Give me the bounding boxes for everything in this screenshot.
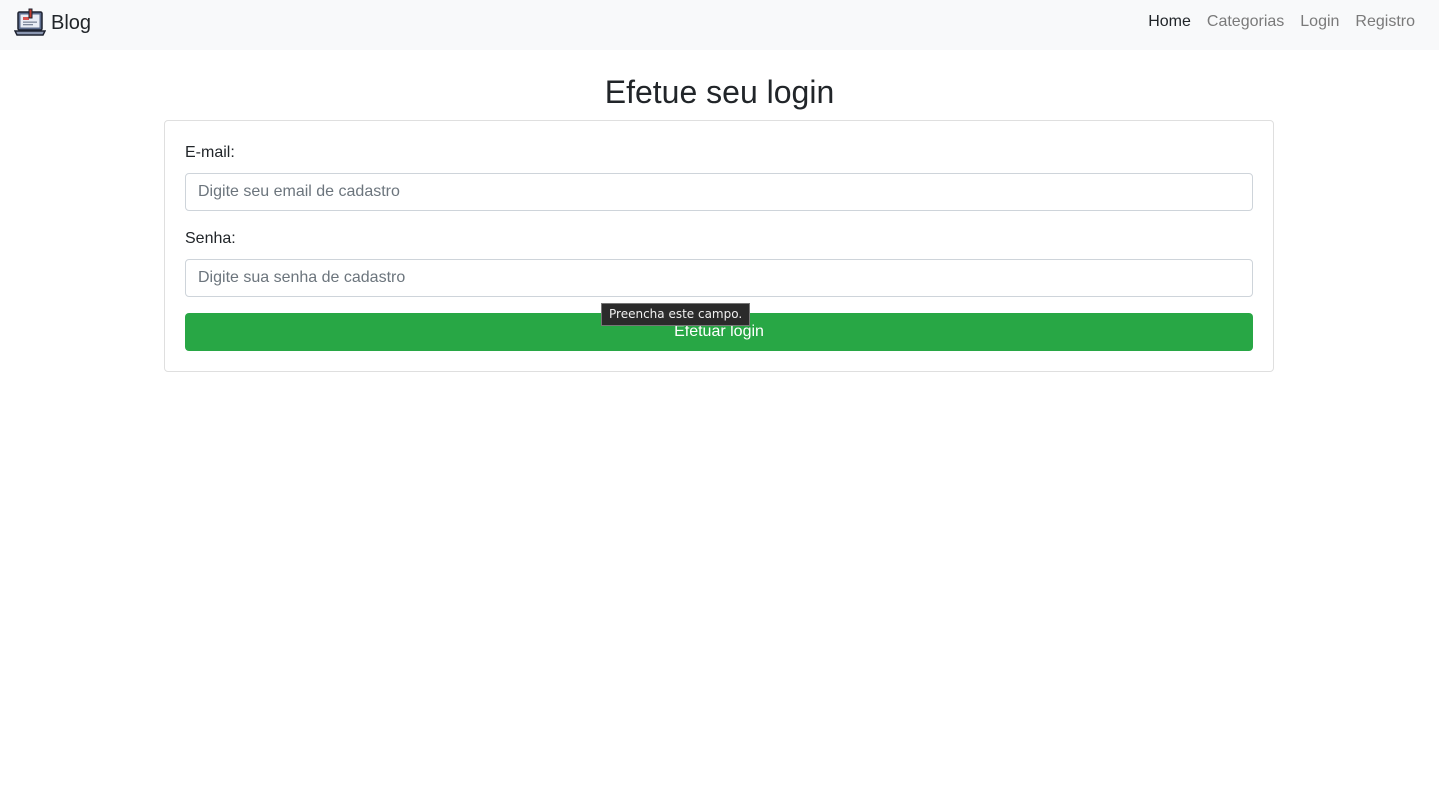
laptop-icon: [14, 8, 46, 36]
nav-links: Home Categorias Login Registro: [1148, 0, 1415, 43]
password-input[interactable]: [185, 259, 1253, 297]
brand-link[interactable]: Blog: [14, 7, 91, 39]
brand-name: Blog: [51, 12, 92, 34]
login-card: E-mail: Senha: Efetuar login: [164, 120, 1274, 372]
navbar: Blog Home Categorias Login Registro: [0, 0, 1439, 50]
nav-link-home[interactable]: Home: [1148, 13, 1191, 31]
nav-link-registro[interactable]: Registro: [1355, 13, 1415, 31]
validation-tooltip: Preencha este campo.: [601, 303, 751, 326]
nav-link-categorias[interactable]: Categorias: [1207, 13, 1284, 31]
email-input[interactable]: [185, 173, 1253, 211]
password-label: Senha:: [185, 230, 236, 247]
page-title: Efetue seu login: [604, 74, 835, 110]
email-label: E-mail:: [185, 144, 235, 161]
nav-link-login[interactable]: Login: [1300, 13, 1339, 31]
